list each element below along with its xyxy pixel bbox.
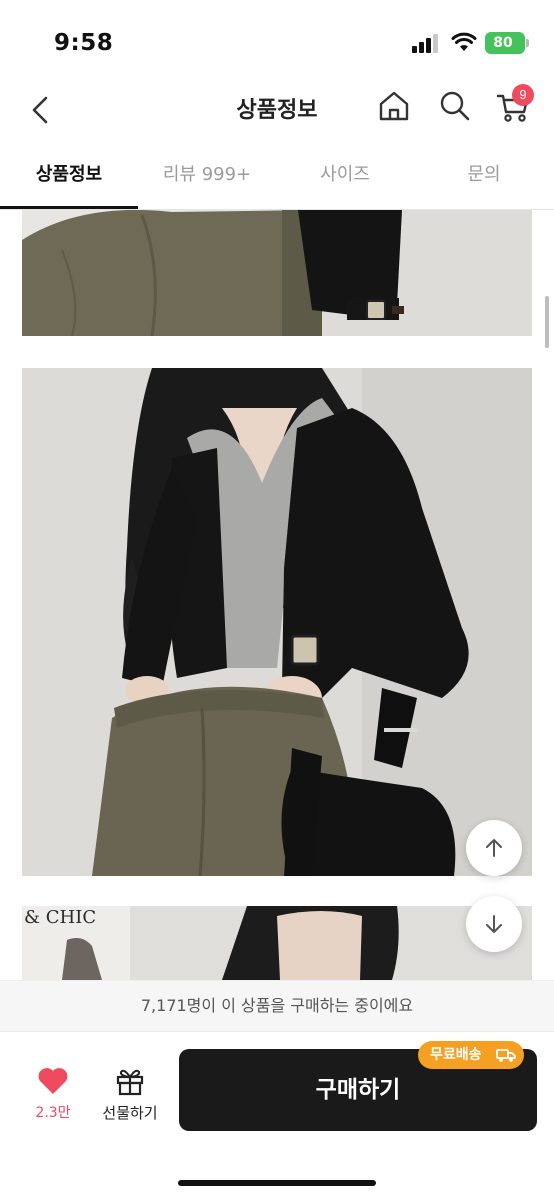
battery-level: 80 xyxy=(493,35,513,51)
battery-icon: 80 xyxy=(485,32,525,54)
free-shipping-label: 무료배송 xyxy=(430,1047,482,1063)
app-header: 상품정보 xyxy=(0,80,554,144)
product-photo xyxy=(22,210,532,336)
free-shipping-badge: 무료배송 xyxy=(418,1041,524,1069)
like-count: 2.3만 xyxy=(35,1105,71,1121)
status-time: 9:58 xyxy=(54,30,114,56)
tab-size[interactable]: 사이즈 xyxy=(276,148,414,209)
tab-bar: 상품정보 리뷰 999+ 사이즈 문의 xyxy=(0,148,554,210)
scroll-down-button[interactable] xyxy=(466,896,522,952)
tab-product-info[interactable]: 상품정보 xyxy=(0,148,138,209)
gift-icon xyxy=(116,1069,144,1096)
home-icon xyxy=(379,91,409,121)
status-bar: 9:58 80 xyxy=(0,0,554,80)
gift-button[interactable]: 선물하기 xyxy=(96,1062,164,1128)
search-button[interactable] xyxy=(438,89,472,123)
magazine-text: & CHIC xyxy=(24,907,97,928)
cart-count-badge: 9 xyxy=(512,84,534,106)
product-photo xyxy=(22,906,532,980)
buyer-count-notice: 7,171명이 이 상품을 구매하는 중이에요 xyxy=(0,980,554,1032)
product-photo xyxy=(22,368,532,876)
scroll-up-button[interactable] xyxy=(466,820,522,876)
product-detail-content[interactable]: & CHIC xyxy=(0,210,554,980)
signal-icon xyxy=(412,33,440,53)
gift-label: 선물하기 xyxy=(102,1104,158,1122)
chevron-left-icon xyxy=(32,96,48,124)
back-button[interactable] xyxy=(24,90,60,130)
page-title: 상품정보 xyxy=(236,98,318,123)
battery-cap xyxy=(526,39,529,47)
tab-reviews[interactable]: 리뷰 999+ xyxy=(138,148,276,209)
home-indicator xyxy=(178,1180,376,1186)
tab-inquiry[interactable]: 문의 xyxy=(414,148,554,209)
bottom-action-bar: 2.3만 선물하기 구매하기 무료배송 xyxy=(0,1032,554,1200)
wifi-icon xyxy=(451,31,477,53)
scrollbar[interactable] xyxy=(545,296,549,348)
arrow-up-icon xyxy=(486,839,502,857)
home-button[interactable] xyxy=(377,88,411,124)
active-tab-indicator xyxy=(0,206,138,209)
arrow-down-icon xyxy=(486,915,502,933)
heart-icon xyxy=(38,1068,68,1094)
truck-icon xyxy=(496,1049,516,1062)
like-button[interactable]: 2.3만 xyxy=(24,1062,82,1128)
search-icon xyxy=(440,91,470,121)
